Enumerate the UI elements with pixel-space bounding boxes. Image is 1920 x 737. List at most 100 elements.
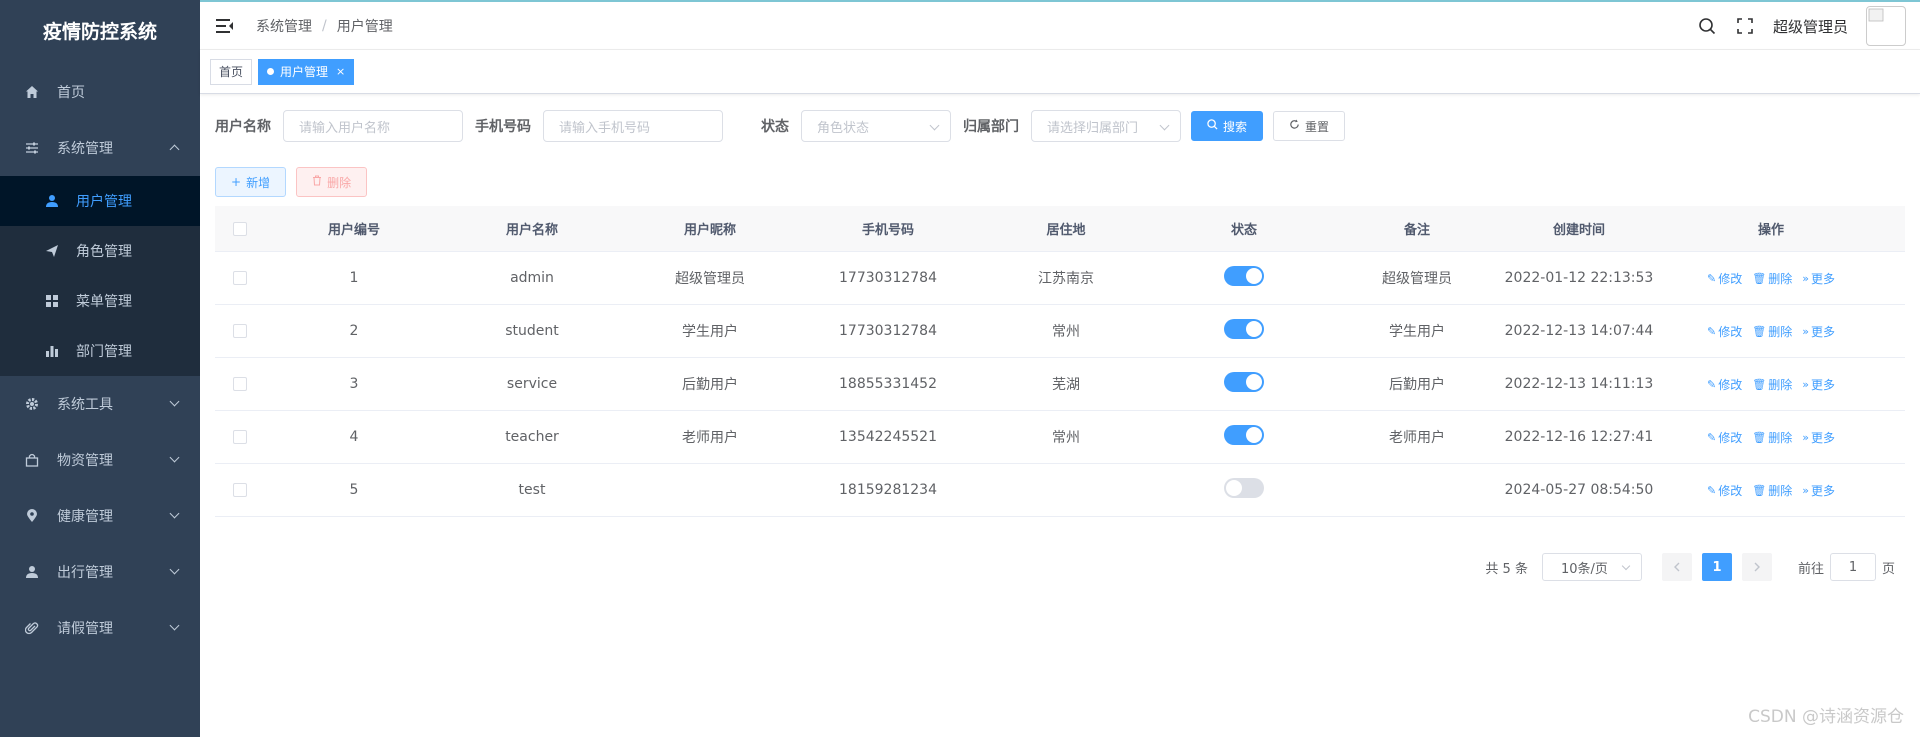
avatar[interactable] bbox=[1866, 6, 1906, 46]
edit-label: 修改 bbox=[1718, 430, 1743, 445]
tag-home[interactable]: 首页 bbox=[210, 58, 253, 85]
status-switch[interactable] bbox=[1224, 425, 1264, 445]
delete-label: 删除 bbox=[1768, 377, 1793, 392]
double-chevron-right-icon: » bbox=[1802, 324, 1809, 338]
status-switch[interactable] bbox=[1224, 319, 1264, 339]
edit-icon: ✎ bbox=[1707, 271, 1717, 285]
goto-suffix: 页 bbox=[1881, 561, 1895, 577]
reset-button[interactable]: 重置 bbox=[1273, 111, 1346, 141]
table-row: 5 test 18159281234 2024-05-27 08:54:50 ✎ 修改 🗑 删… bbox=[215, 464, 1905, 517]
row-checkbox-cell bbox=[215, 271, 265, 285]
cell-nick: 老师用户 bbox=[682, 430, 738, 446]
page-number[interactable]: 1 bbox=[1701, 553, 1732, 581]
edit-label: 修改 bbox=[1718, 324, 1743, 339]
top-navbar: 系统管理 / 用户管理 超级管理员 bbox=[200, 0, 1920, 50]
row-checkbox[interactable] bbox=[233, 324, 247, 338]
row-checkbox[interactable] bbox=[233, 377, 247, 391]
chevron-down-icon bbox=[929, 120, 940, 131]
more-link[interactable]: » 更多 bbox=[1802, 429, 1835, 446]
column-header: 用户名称 bbox=[505, 223, 558, 238]
edit-link[interactable]: ✎ 修改 bbox=[1707, 270, 1742, 287]
sidebar-item-label: 首页 bbox=[57, 85, 85, 101]
row-checkbox[interactable] bbox=[233, 430, 247, 444]
row-checkbox[interactable] bbox=[233, 483, 247, 497]
more-link[interactable]: » 更多 bbox=[1802, 270, 1835, 287]
fullscreen-icon[interactable] bbox=[1735, 16, 1755, 36]
delete-link[interactable]: 🗑 删除 bbox=[1752, 482, 1792, 499]
sidebar-item-home[interactable]: 首页 bbox=[0, 64, 200, 120]
username-input[interactable]: 请输入用户名称 bbox=[283, 110, 463, 142]
edit-link[interactable]: ✎ 修改 bbox=[1707, 376, 1742, 393]
delete-link[interactable]: 🗑 删除 bbox=[1752, 270, 1792, 287]
chevron-down-icon bbox=[1621, 561, 1631, 571]
delete-link[interactable]: 🗑 删除 bbox=[1752, 429, 1792, 446]
more-link[interactable]: » 更多 bbox=[1802, 482, 1835, 499]
sidebar-item-system[interactable]: 系统管理 bbox=[0, 120, 200, 176]
sidebar-item-menu-management[interactable]: 菜单管理 bbox=[0, 276, 200, 326]
cell-status bbox=[1155, 266, 1333, 290]
sidebar-item-materials[interactable]: 物资管理 bbox=[0, 432, 200, 488]
double-chevron-right-icon: » bbox=[1802, 483, 1809, 497]
sidebar-item-label: 出行管理 bbox=[57, 565, 113, 581]
close-icon[interactable]: × bbox=[336, 60, 345, 84]
next-page-button[interactable] bbox=[1741, 553, 1772, 581]
sidebar-item-system-tools[interactable]: 系统工具 bbox=[0, 376, 200, 432]
status-switch[interactable] bbox=[1224, 266, 1264, 286]
sidebar-item-dept-management[interactable]: 部门管理 bbox=[0, 326, 200, 376]
row-checkbox[interactable] bbox=[233, 271, 247, 285]
select-all-checkbox[interactable] bbox=[233, 221, 247, 236]
home-icon bbox=[24, 84, 40, 100]
edit-link[interactable]: ✎ 修改 bbox=[1707, 429, 1742, 446]
delete-link[interactable]: 🗑 删除 bbox=[1752, 376, 1792, 393]
edit-link[interactable]: ✎ 修改 bbox=[1707, 323, 1742, 340]
sidebar-item-health[interactable]: 健康管理 bbox=[0, 488, 200, 544]
more-link[interactable]: » 更多 bbox=[1802, 323, 1835, 340]
add-button[interactable]: + 新增 bbox=[215, 167, 287, 197]
phone-input[interactable]: 请输入手机号码 bbox=[543, 110, 723, 142]
double-chevron-right-icon: » bbox=[1802, 430, 1809, 444]
sidebar-item-label: 系统工具 bbox=[57, 397, 113, 413]
send-icon bbox=[44, 243, 60, 259]
more-link[interactable]: » 更多 bbox=[1802, 376, 1835, 393]
row-checkbox-cell bbox=[215, 324, 265, 338]
sidebar-item-leave[interactable]: 请假管理 bbox=[0, 600, 200, 656]
cell-name: service bbox=[506, 376, 558, 392]
cell-phone: 13542245521 bbox=[839, 429, 937, 445]
more-label: 更多 bbox=[1810, 377, 1835, 392]
delete-button[interactable]: 删除 bbox=[296, 167, 368, 197]
status-switch[interactable] bbox=[1224, 478, 1264, 498]
tag-user-management[interactable]: 用户管理 × bbox=[258, 58, 355, 85]
sidebar-item-label: 用户管理 bbox=[76, 194, 132, 210]
cell-id: 2 bbox=[349, 323, 359, 339]
breadcrumb-item[interactable]: 系统管理 bbox=[256, 16, 312, 36]
trash-icon: 🗑 bbox=[1752, 377, 1767, 391]
hamburger-icon[interactable] bbox=[216, 18, 234, 34]
column-header: 状态 bbox=[1230, 223, 1257, 238]
status-switch[interactable] bbox=[1224, 372, 1264, 392]
sidebar-item-user-management[interactable]: 用户管理 bbox=[0, 176, 200, 226]
sidebar-item-travel[interactable]: 出行管理 bbox=[0, 544, 200, 600]
sidebar-item-label: 部门管理 bbox=[76, 344, 132, 360]
cell-status bbox=[1155, 425, 1333, 449]
table-row: 4 teacher 老师用户 13542245521 常州 老师用户 2022-12-16 … bbox=[215, 411, 1905, 464]
breadcrumb-item-current: 用户管理 bbox=[336, 18, 393, 35]
cell-created: 2022-12-13 14:11:13 bbox=[1504, 376, 1654, 392]
switch-knob bbox=[1246, 374, 1262, 390]
more-label: 更多 bbox=[1810, 483, 1835, 498]
goto-page-input[interactable]: 1 bbox=[1829, 553, 1876, 581]
edit-link[interactable]: ✎ 修改 bbox=[1707, 482, 1742, 499]
prev-page-button[interactable] bbox=[1661, 553, 1692, 581]
status-select[interactable]: 角色状态 bbox=[801, 110, 951, 142]
username[interactable]: 超级管理员 bbox=[1773, 16, 1848, 37]
more-label: 更多 bbox=[1810, 271, 1835, 286]
search-button[interactable]: 搜索 bbox=[1191, 111, 1264, 141]
delete-link[interactable]: 🗑 删除 bbox=[1752, 323, 1792, 340]
column-header: 备注 bbox=[1403, 223, 1430, 238]
page-size-select[interactable]: 10条/页 bbox=[1541, 553, 1642, 581]
dept-select[interactable]: 请选择归属部门 bbox=[1031, 110, 1181, 142]
column-header: 用户编号 bbox=[327, 223, 380, 238]
chevron-up-icon bbox=[169, 144, 180, 155]
username-label: 用户名称 bbox=[215, 119, 271, 135]
sidebar-item-role-management[interactable]: 角色管理 bbox=[0, 226, 200, 276]
search-icon[interactable] bbox=[1697, 16, 1717, 36]
